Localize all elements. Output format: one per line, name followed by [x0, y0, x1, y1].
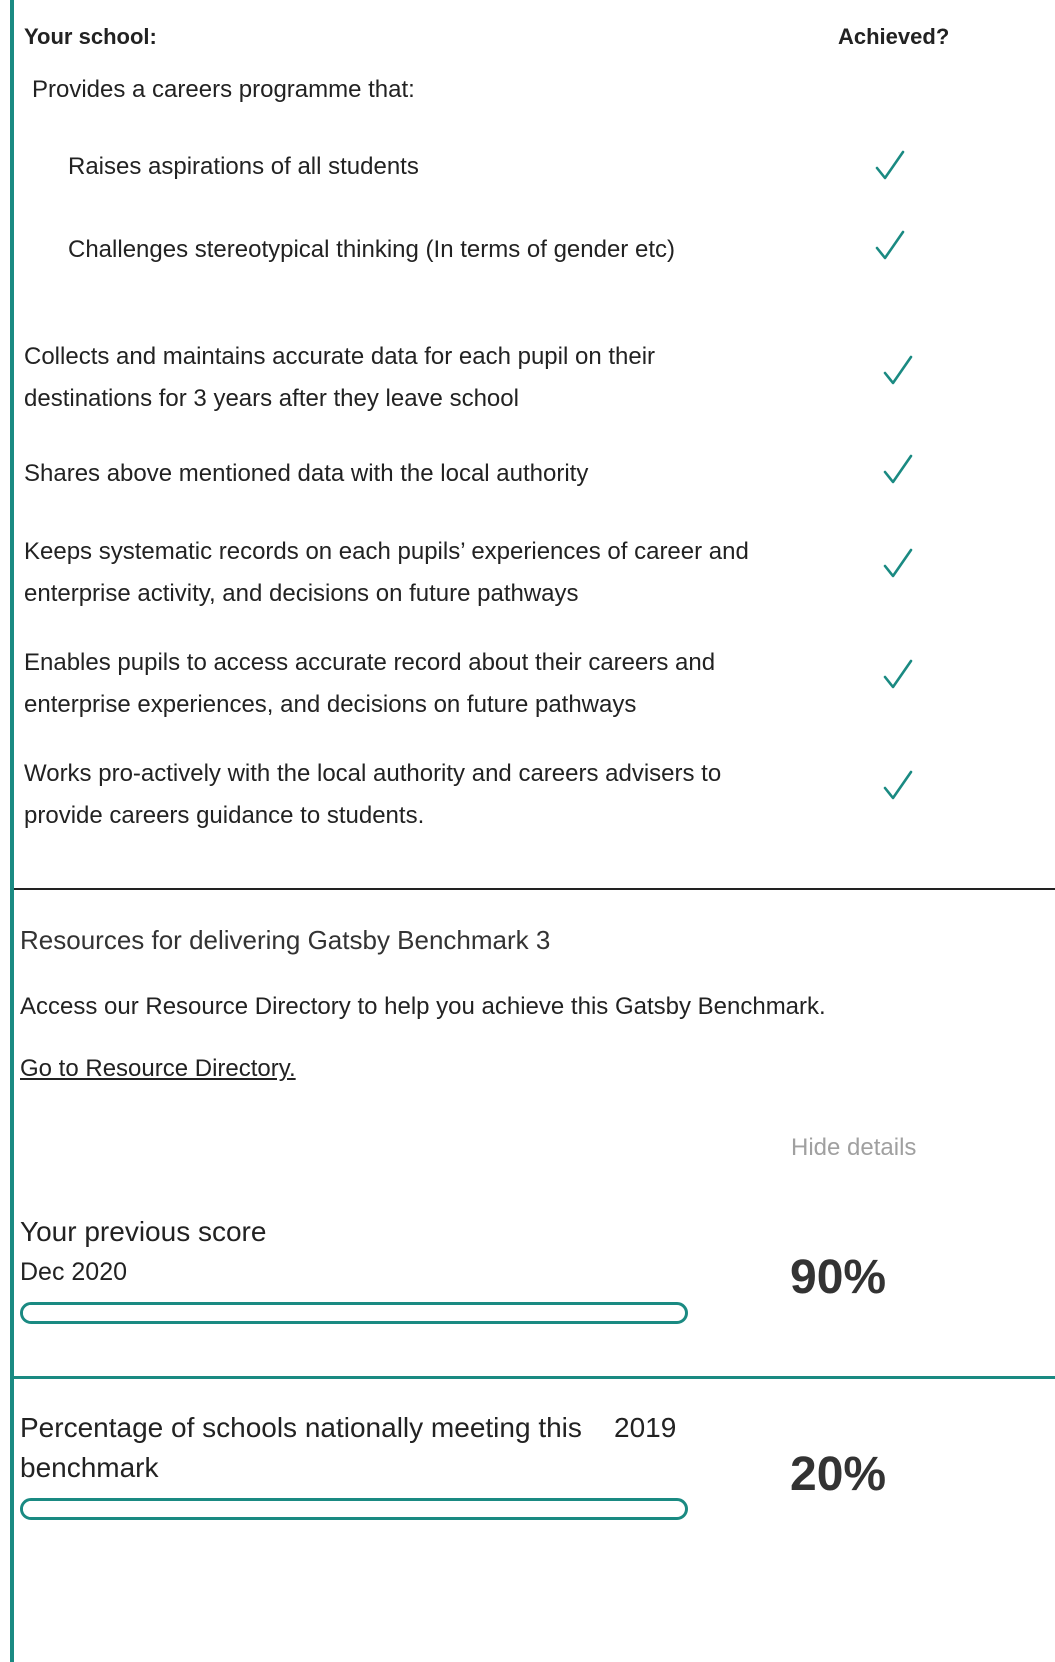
- previous-score-date: Dec 2020: [20, 1258, 128, 1286]
- criterion-line: provide careers guidance to students.: [24, 802, 425, 829]
- criterion-raises-aspirations: Raises aspirations of all students: [68, 153, 419, 180]
- criterion-line: Keeps systematic records on each pupils’…: [24, 538, 749, 565]
- check-icon: [872, 228, 908, 264]
- criterion-line: Works pro-actively with the local author…: [24, 760, 722, 787]
- national-score-progress-bar: [20, 1498, 688, 1520]
- criterion-shares-data: Shares above mentioned data with the loc…: [24, 460, 589, 487]
- criterion-keeps-records: Keeps systematic records on each pupils’…: [24, 531, 749, 615]
- column-header-achieved: Achieved?: [838, 24, 950, 49]
- national-score-label-line: benchmark: [20, 1452, 159, 1483]
- check-icon: [880, 353, 916, 389]
- criterion-line: Enables pupils to access accurate record…: [24, 649, 716, 676]
- benchmark-details-panel: Your school: Achieved? Provides a career…: [0, 0, 1055, 1662]
- national-score-value: 20%: [790, 1448, 887, 1501]
- section-divider: [14, 888, 1055, 890]
- criterion-challenges-stereotypes: Challenges stereotypical thinking (In te…: [68, 236, 675, 263]
- check-icon: [880, 768, 916, 804]
- previous-score-progress-fill: [23, 1305, 619, 1321]
- criterion-collects-data: Collects and maintains accurate data for…: [24, 336, 655, 420]
- national-score-label: Percentage of schools nationally meeting…: [20, 1408, 582, 1488]
- check-icon: [880, 657, 916, 693]
- previous-score-label: Your previous score: [20, 1216, 267, 1247]
- national-score-label-line: Percentage of schools nationally meeting…: [20, 1412, 582, 1443]
- national-score-progress-fill: [23, 1501, 156, 1517]
- check-icon: [880, 452, 916, 488]
- check-icon: [872, 148, 908, 184]
- column-header-school: Your school:: [24, 24, 157, 49]
- score-separator: [14, 1376, 1055, 1379]
- resources-title: Resources for delivering Gatsby Benchmar…: [20, 925, 551, 955]
- hide-details-button[interactable]: Hide details: [791, 1134, 916, 1162]
- programme-intro: Provides a careers programme that:: [32, 76, 415, 103]
- check-icon: [880, 546, 916, 582]
- criterion-enables-access: Enables pupils to access accurate record…: [24, 642, 715, 726]
- national-score-year: 2019: [614, 1412, 677, 1443]
- criterion-line: enterprise experiences, and decisions on…: [24, 691, 637, 718]
- previous-score-value: 90%: [790, 1251, 887, 1304]
- resources-description: Access our Resource Directory to help yo…: [20, 993, 826, 1020]
- left-accent-bar: [10, 0, 14, 1662]
- criterion-works-proactively: Works pro-actively with the local author…: [24, 753, 721, 837]
- previous-score-progress-bar: [20, 1302, 688, 1324]
- resource-directory-link[interactable]: Go to Resource Directory.: [20, 1055, 296, 1083]
- criterion-line: destinations for 3 years after they leav…: [24, 385, 519, 412]
- criterion-line: Collects and maintains accurate data for…: [24, 343, 656, 370]
- criterion-line: enterprise activity, and decisions on fu…: [24, 580, 579, 607]
